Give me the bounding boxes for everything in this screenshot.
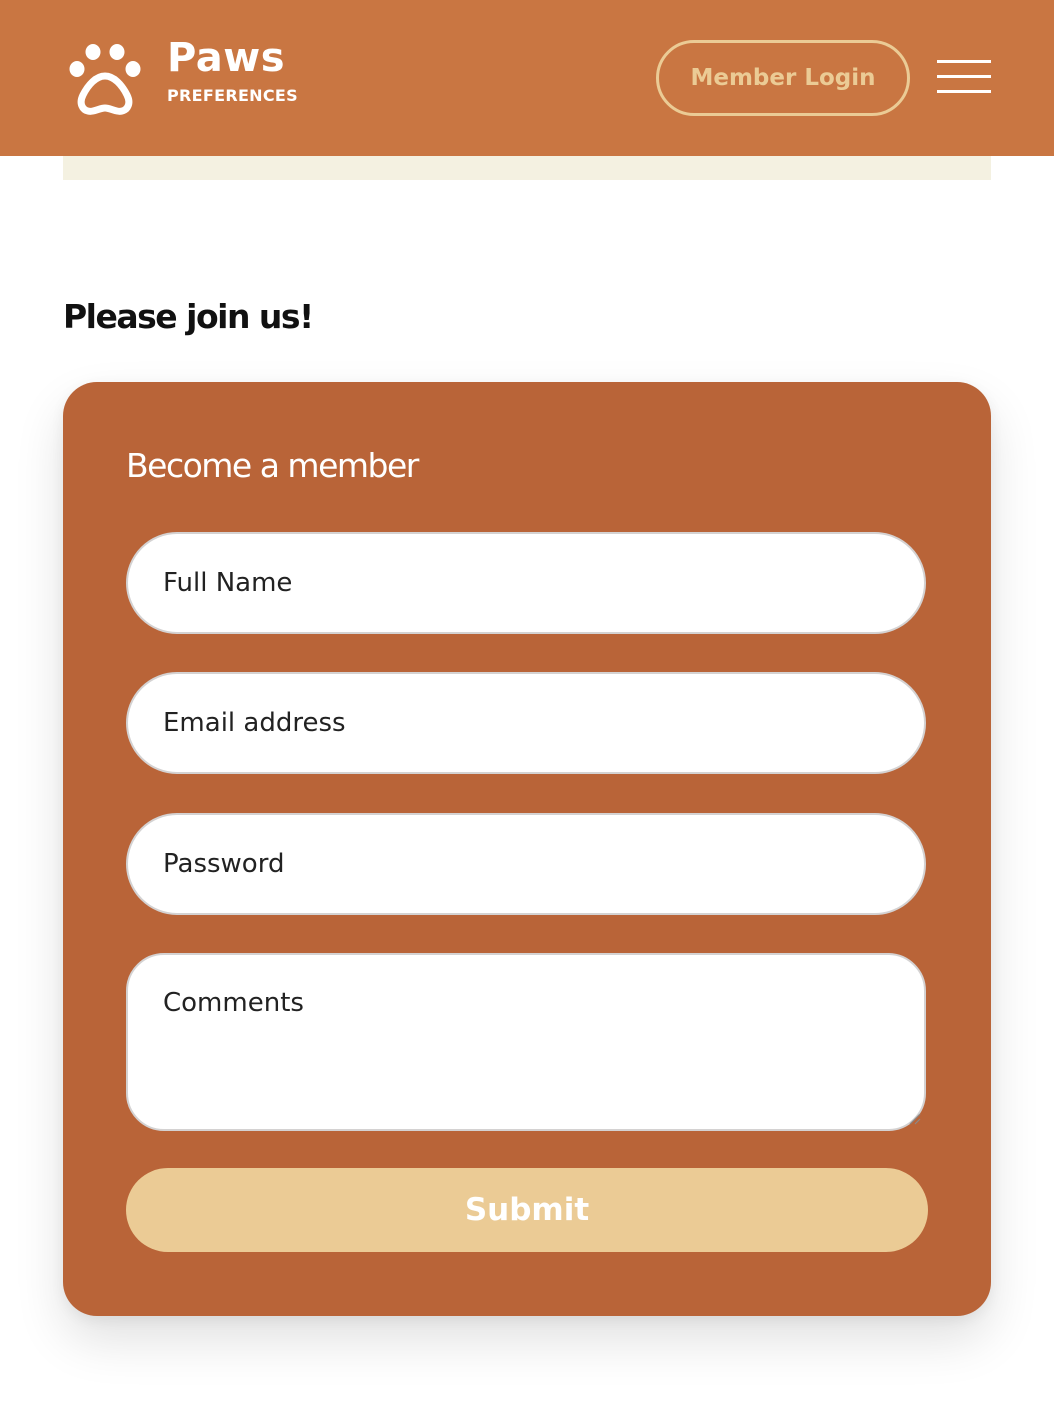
- brand-name: Paws: [167, 35, 285, 81]
- menu-line: [937, 75, 991, 78]
- password-input[interactable]: [126, 813, 926, 915]
- hamburger-menu-icon[interactable]: [937, 60, 991, 94]
- banner-strip: [63, 156, 991, 180]
- member-login-button[interactable]: Member Login: [656, 40, 910, 116]
- resize-handle-icon[interactable]: [907, 1111, 921, 1125]
- menu-line: [937, 60, 991, 63]
- membership-form: Become a member Submit: [63, 382, 991, 1316]
- comments-textarea[interactable]: [126, 953, 926, 1131]
- form-title: Become a member: [126, 446, 419, 485]
- site-header: Paws PREFERENCES Member Login: [0, 0, 1054, 156]
- email-input[interactable]: [126, 672, 926, 774]
- menu-line: [937, 90, 991, 93]
- full-name-input[interactable]: [126, 532, 926, 634]
- paw-icon[interactable]: [66, 40, 146, 116]
- submit-button[interactable]: Submit: [126, 1168, 928, 1252]
- page-heading: Please join us!: [63, 297, 314, 336]
- brand-tagline: PREFERENCES: [167, 86, 298, 105]
